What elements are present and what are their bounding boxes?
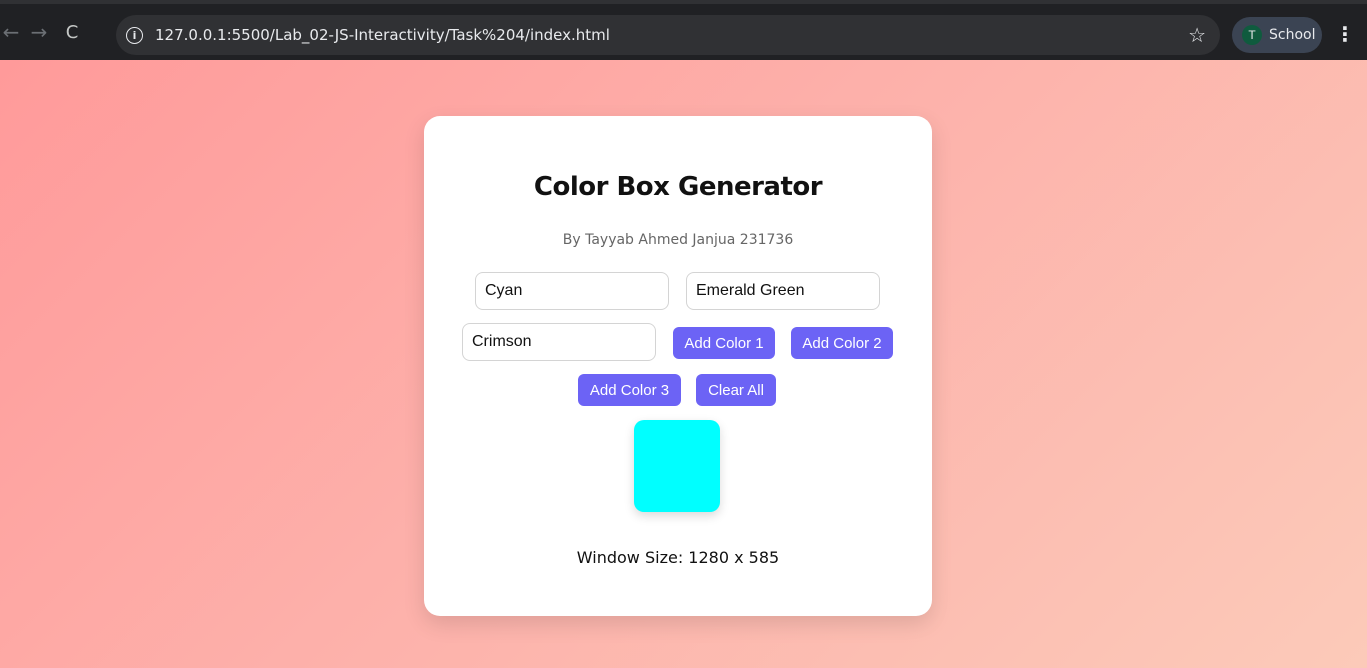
add-color-3-button[interactable]: Add Color 3 bbox=[578, 374, 681, 406]
generator-card: Color Box Generator By Tayyab Ahmed Janj… bbox=[424, 116, 932, 616]
color-input-3[interactable] bbox=[462, 323, 656, 361]
url-text[interactable]: 127.0.0.1:5500/Lab_02-JS-Interactivity/T… bbox=[155, 26, 610, 44]
add-color-1-button[interactable]: Add Color 1 bbox=[673, 327, 775, 359]
add-color-2-button[interactable]: Add Color 2 bbox=[791, 327, 893, 359]
color-input-1[interactable] bbox=[475, 272, 669, 310]
color-input-2[interactable] bbox=[686, 272, 880, 310]
color-box bbox=[634, 420, 720, 512]
back-icon[interactable]: ← bbox=[0, 20, 24, 44]
window-size-readout: Window Size: 1280 x 585 bbox=[576, 548, 780, 567]
kebab-menu-icon[interactable]: ⋮ bbox=[1335, 22, 1355, 46]
browser-toolbar: ← → C i 127.0.0.1:5500/Lab_02-JS-Interac… bbox=[0, 0, 1367, 60]
bookmark-star-icon[interactable]: ☆ bbox=[1188, 23, 1206, 47]
clear-all-button[interactable]: Clear All bbox=[696, 374, 776, 406]
profile-avatar: T bbox=[1242, 25, 1262, 45]
reload-icon[interactable]: C bbox=[54, 22, 90, 43]
site-info-icon[interactable]: i bbox=[126, 26, 143, 44]
forward-icon[interactable]: → bbox=[24, 20, 54, 44]
author-subtitle: By Tayyab Ahmed Janjua 231736 bbox=[562, 232, 794, 248]
page-title: Color Box Generator bbox=[533, 172, 823, 202]
profile-name: School bbox=[1269, 27, 1316, 43]
profile-button[interactable]: T School bbox=[1232, 17, 1322, 53]
address-bar[interactable]: i 127.0.0.1:5500/Lab_02-JS-Interactivity… bbox=[116, 15, 1220, 55]
page-viewport: Color Box Generator By Tayyab Ahmed Janj… bbox=[0, 60, 1367, 668]
